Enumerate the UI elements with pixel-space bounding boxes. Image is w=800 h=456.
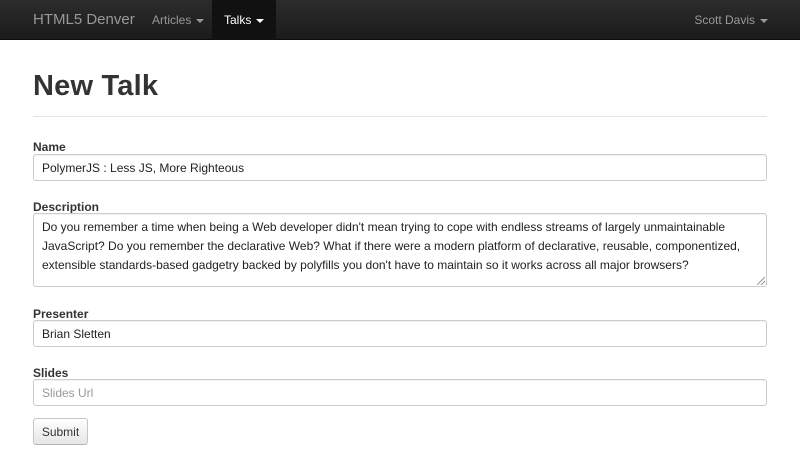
presenter-input[interactable] xyxy=(33,320,767,347)
caret-down-icon xyxy=(256,18,265,23)
nav-articles-dropdown[interactable]: Articles xyxy=(140,0,216,40)
resize-handle-icon[interactable] xyxy=(757,277,765,285)
slides-input[interactable] xyxy=(33,379,767,406)
page-title: New Talk xyxy=(33,70,159,102)
presenter-label: Presenter xyxy=(33,307,89,321)
description-label: Description xyxy=(33,200,100,214)
nav-talks-label: Talks xyxy=(224,13,252,27)
caret-down-icon xyxy=(760,18,768,23)
title-divider xyxy=(33,116,767,117)
name-label: Name xyxy=(33,140,66,154)
slides-label: Slides xyxy=(33,366,69,380)
nav-articles-label: Articles xyxy=(152,13,192,27)
caret-down-icon xyxy=(196,18,205,23)
brand-link[interactable]: HTML5 Denver xyxy=(33,11,135,28)
name-input[interactable] xyxy=(33,154,767,181)
top-navbar: HTML5 Denver Articles Talks Scott Davis xyxy=(0,0,800,40)
description-textarea[interactable]: Do you remember a time when being a Web … xyxy=(33,213,767,287)
nav-talks-dropdown[interactable]: Talks xyxy=(212,0,277,40)
submit-button[interactable]: Submit xyxy=(33,418,88,445)
user-name: Scott Davis xyxy=(694,13,755,27)
user-menu-dropdown[interactable]: Scott Davis xyxy=(682,0,780,40)
